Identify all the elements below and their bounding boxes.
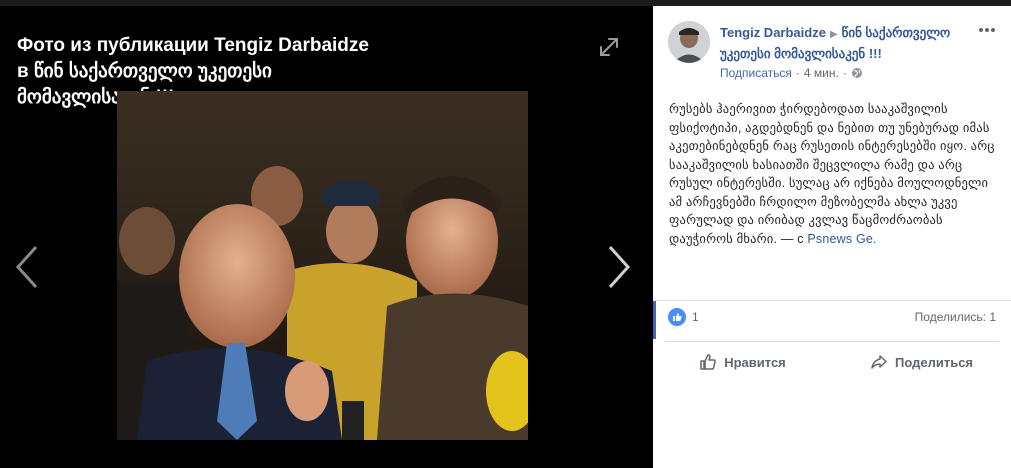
share-label: Поделиться (894, 354, 974, 370)
meta-separator-2: · (842, 66, 847, 80)
shares-count[interactable]: Поделились: 1 (915, 310, 996, 324)
photo-illustration (117, 91, 528, 440)
photo-viewer: Фото из публикации Tengiz Darbaidze в წი… (0, 0, 653, 468)
group-name-line-1[interactable]: წინ საქართველო (842, 25, 951, 40)
like-button[interactable]: Нравится (653, 345, 832, 379)
news-photo (117, 91, 528, 440)
expand-icon[interactable] (598, 36, 620, 58)
reactions-summary[interactable]: 1 (668, 308, 699, 326)
post-text: რუსებს ჰაერივით ჭირდებოდათ სააკაშვილის ფ… (669, 100, 999, 248)
author-name[interactable]: Tengiz Darbaidze (720, 25, 826, 40)
share-arrow-icon (871, 355, 887, 369)
divider (665, 341, 999, 342)
follow-link[interactable]: Подписаться (720, 66, 792, 80)
thumbs-up-icon (700, 354, 717, 370)
share-button[interactable]: Поделиться (832, 345, 1011, 379)
like-label: Нравится (724, 354, 786, 370)
like-count: 1 (692, 310, 699, 324)
globe-icon (851, 68, 862, 78)
post-meta: Подписаться · 4 мин. · (720, 66, 863, 80)
post-panel: Tengiz Darbaidze ▶ წინ საქართველო უკეთესი … (653, 0, 1011, 468)
chevron-right-icon[interactable] (606, 244, 632, 290)
like-reaction-icon (668, 308, 686, 326)
focus-indicator (653, 301, 656, 339)
more-options-icon[interactable] (977, 24, 997, 36)
viewer-top-bar (0, 0, 653, 6)
divider (653, 300, 1011, 301)
triangle-right-icon: ▶ (829, 29, 838, 40)
author-avatar[interactable] (668, 21, 710, 63)
avatar-image (668, 21, 710, 63)
post-header: Tengiz Darbaidze ▶ წინ საქართველო უკეთესი … (720, 23, 990, 63)
caption-line-1: Фото из публикации Tengiz Darbaidze (17, 35, 369, 56)
caption-line-2: в წინ საქართველო უკეთესი (17, 61, 272, 82)
post-actions: Нравится Поделиться (653, 345, 1011, 379)
source-link[interactable]: Psnews Ge. (807, 232, 876, 246)
chevron-left-icon[interactable] (14, 244, 40, 290)
post-time[interactable]: 4 мин. (804, 66, 839, 80)
group-name-line-2[interactable]: უკეთესი მომავლისაკენ !!! (720, 46, 882, 61)
post-body: რუსებს ჰაერივით ჭირდებოდათ სააკაშვილის ფ… (669, 102, 995, 246)
panel-top-bar (653, 0, 1011, 6)
meta-separator: · (795, 66, 800, 80)
